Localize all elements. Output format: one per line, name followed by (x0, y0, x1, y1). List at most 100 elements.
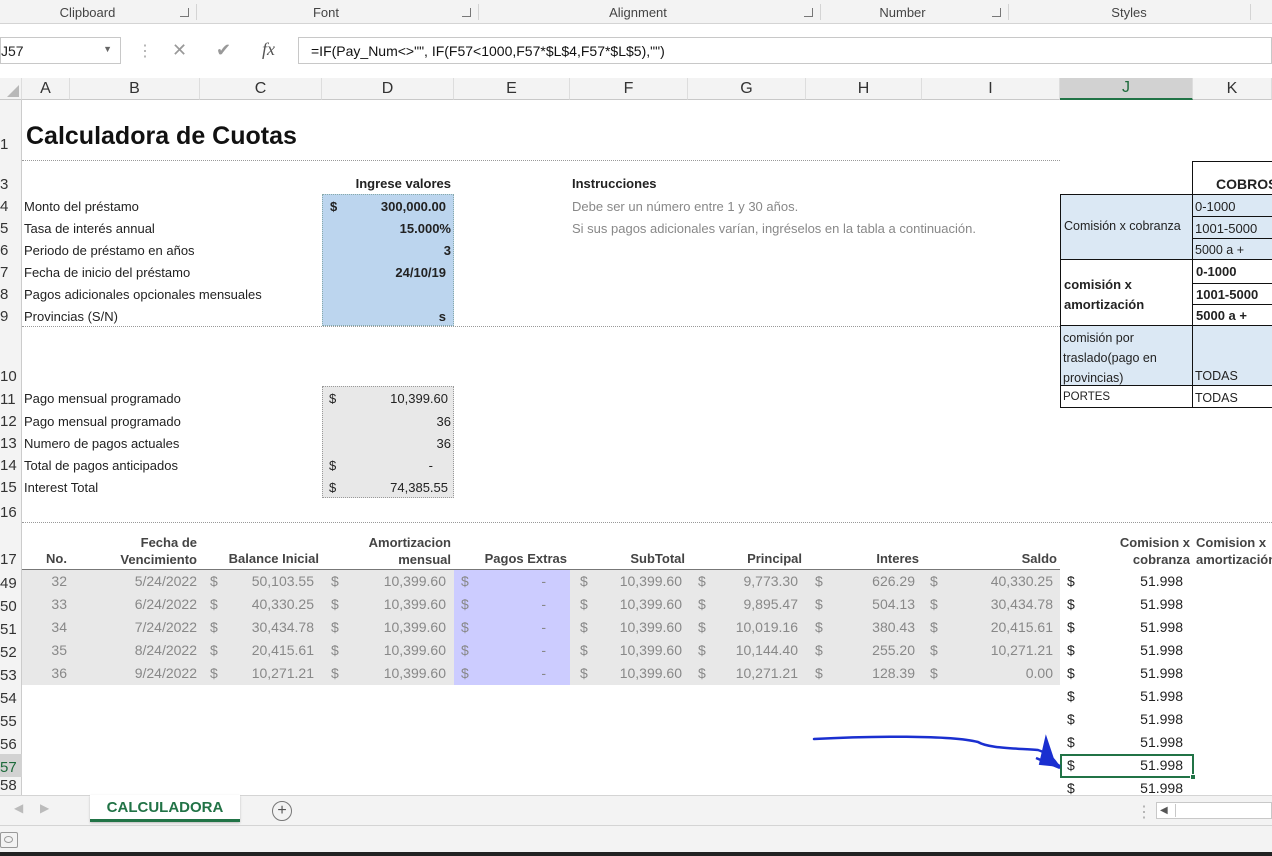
row-header[interactable]: 54 (0, 685, 22, 708)
cell-interes[interactable]: 255.20 (826, 642, 915, 658)
row-header[interactable]: 49 (0, 570, 22, 593)
cell-extras[interactable]: - (470, 573, 546, 589)
cell-fecha[interactable]: 6/24/2022 (70, 596, 197, 612)
row-header[interactable]: 9 (0, 304, 22, 326)
cell-subtotal[interactable]: 10,399.60 (590, 642, 682, 658)
row-header[interactable]: 7 (0, 260, 22, 282)
cell-fecha[interactable]: 5/24/2022 (70, 573, 197, 589)
row-header[interactable]: 16 (0, 500, 22, 522)
cell-comision[interactable]: 51.998 (1080, 757, 1183, 773)
row-header[interactable]: 12 (0, 409, 22, 431)
input-start-date[interactable]: 24/10/19 (340, 265, 446, 280)
cell-no[interactable]: 32 (22, 573, 67, 589)
column-header-b[interactable]: B (70, 78, 200, 100)
cell-balance[interactable]: 10,271.21 (220, 665, 314, 681)
cell-saldo[interactable]: 0.00 (942, 665, 1053, 681)
cell-comision[interactable]: 51.998 (1080, 642, 1183, 658)
cell-interes[interactable]: 626.29 (826, 573, 915, 589)
column-header-k[interactable]: K (1193, 78, 1272, 100)
cell-fecha[interactable]: 7/24/2022 (70, 619, 197, 635)
cell-amort[interactable]: 10,399.60 (340, 619, 446, 635)
cell-extras[interactable]: - (470, 642, 546, 658)
row-header[interactable]: 5 (0, 216, 22, 238)
cell-no[interactable]: 35 (22, 642, 67, 658)
column-header-j[interactable]: J (1060, 78, 1193, 100)
horizontal-scrollbar[interactable]: ◀ (1156, 802, 1272, 819)
cell-saldo[interactable]: 40,330.25 (942, 573, 1053, 589)
row-header[interactable]: 1 (0, 128, 22, 154)
cell-mode-icon[interactable] (0, 832, 18, 848)
cell-principal[interactable]: 10,144.40 (708, 642, 798, 658)
input-interest-rate[interactable]: 15.000% (340, 221, 451, 236)
scroll-tabs-left-icon[interactable]: ◀ (14, 801, 23, 815)
cell-comision[interactable]: 51.998 (1080, 573, 1183, 589)
column-header-a[interactable]: A (22, 78, 70, 100)
cell-subtotal[interactable]: 10,399.60 (590, 573, 682, 589)
alignment-dialog-launcher-icon[interactable] (804, 8, 813, 17)
add-sheet-icon[interactable]: + (272, 801, 292, 821)
cell-principal[interactable]: 10,271.21 (708, 665, 798, 681)
input-loan-amount[interactable]: 300,000.00 (340, 199, 446, 214)
insert-function-icon[interactable]: fx (262, 39, 275, 60)
sheet-tab-calculadora[interactable]: CALCULADORA (90, 795, 240, 822)
cell-amort[interactable]: 10,399.60 (340, 573, 446, 589)
row-header[interactable]: 14 (0, 453, 22, 475)
cell-no[interactable]: 33 (22, 596, 67, 612)
cell-comision[interactable]: 51.998 (1080, 596, 1183, 612)
column-header-d[interactable]: D (322, 78, 454, 100)
tab-split-grip-icon[interactable]: ⋮ (1136, 802, 1152, 822)
cell-no[interactable]: 36 (22, 665, 67, 681)
row-header[interactable]: 15 (0, 475, 22, 497)
column-header-i[interactable]: I (922, 78, 1060, 100)
cell-subtotal[interactable]: 10,399.60 (590, 596, 682, 612)
cell-interes[interactable]: 504.13 (826, 596, 915, 612)
cell-interes[interactable]: 380.43 (826, 619, 915, 635)
cell-balance[interactable]: 30,434.78 (220, 619, 314, 635)
number-dialog-launcher-icon[interactable] (992, 8, 1001, 17)
cell-comision[interactable]: 51.998 (1080, 734, 1183, 750)
cell-amort[interactable]: 10,399.60 (340, 596, 446, 612)
row-header[interactable]: 13 (0, 431, 22, 453)
cell-comision[interactable]: 51.998 (1080, 619, 1183, 635)
cell-principal[interactable]: 9,895.47 (708, 596, 799, 612)
column-header-c[interactable]: C (200, 78, 322, 100)
cell-fecha[interactable]: 8/24/2022 (70, 642, 197, 658)
row-header[interactable]: 53 (0, 662, 22, 685)
scrollbar-thumb[interactable] (1175, 804, 1271, 817)
cell-principal[interactable]: 10,019.16 (708, 619, 798, 635)
row-header[interactable]: 56 (0, 731, 22, 754)
cancel-icon[interactable]: ✕ (172, 40, 187, 61)
cell-subtotal[interactable]: 10,399.60 (590, 665, 682, 681)
cell-subtotal[interactable]: 10,399.60 (590, 619, 682, 635)
column-header-e[interactable]: E (454, 78, 570, 100)
cell-comision[interactable]: 51.998 (1080, 665, 1183, 681)
column-header-g[interactable]: G (688, 78, 806, 100)
cell-extras[interactable]: - (470, 665, 546, 681)
row-header[interactable]: 17 (0, 547, 22, 569)
cell-interes[interactable]: 128.39 (826, 665, 915, 681)
row-header[interactable]: 6 (0, 238, 22, 260)
input-loan-years[interactable]: 3 (340, 243, 451, 258)
row-header[interactable]: 55 (0, 708, 22, 731)
scroll-left-arrow-icon[interactable]: ◀ (1160, 805, 1168, 816)
cell-saldo[interactable]: 30,434.78 (942, 596, 1053, 612)
cell-fecha[interactable]: 9/24/2022 (70, 665, 197, 681)
row-header[interactable]: 10 (0, 364, 22, 386)
row-header[interactable]: 8 (0, 282, 22, 304)
cell-amort[interactable]: 10,399.60 (340, 642, 446, 658)
row-header[interactable]: 3 (0, 172, 22, 194)
font-dialog-launcher-icon[interactable] (462, 8, 471, 17)
cell-saldo[interactable]: 20,415.61 (942, 619, 1053, 635)
row-header[interactable]: 52 (0, 639, 22, 662)
cell-comision[interactable]: 51.998 (1080, 711, 1183, 727)
cell-comision[interactable]: 51.998 (1080, 688, 1183, 704)
cell-balance[interactable]: 40,330.25 (220, 596, 314, 612)
column-header-h[interactable]: H (806, 78, 922, 100)
scroll-tabs-right-icon[interactable]: ▶ (40, 801, 49, 815)
name-box[interactable]: J57 ▼ (0, 37, 121, 64)
cell-balance[interactable]: 20,415.61 (220, 642, 314, 658)
cell-no[interactable]: 34 (22, 619, 67, 635)
formula-input[interactable]: =IF(Pay_Num<>"", IF(F57<1000,F57*$L$4,F5… (298, 37, 1272, 64)
cell-comision[interactable]: 51.998 (1080, 780, 1183, 796)
row-header[interactable]: 4 (0, 194, 22, 216)
